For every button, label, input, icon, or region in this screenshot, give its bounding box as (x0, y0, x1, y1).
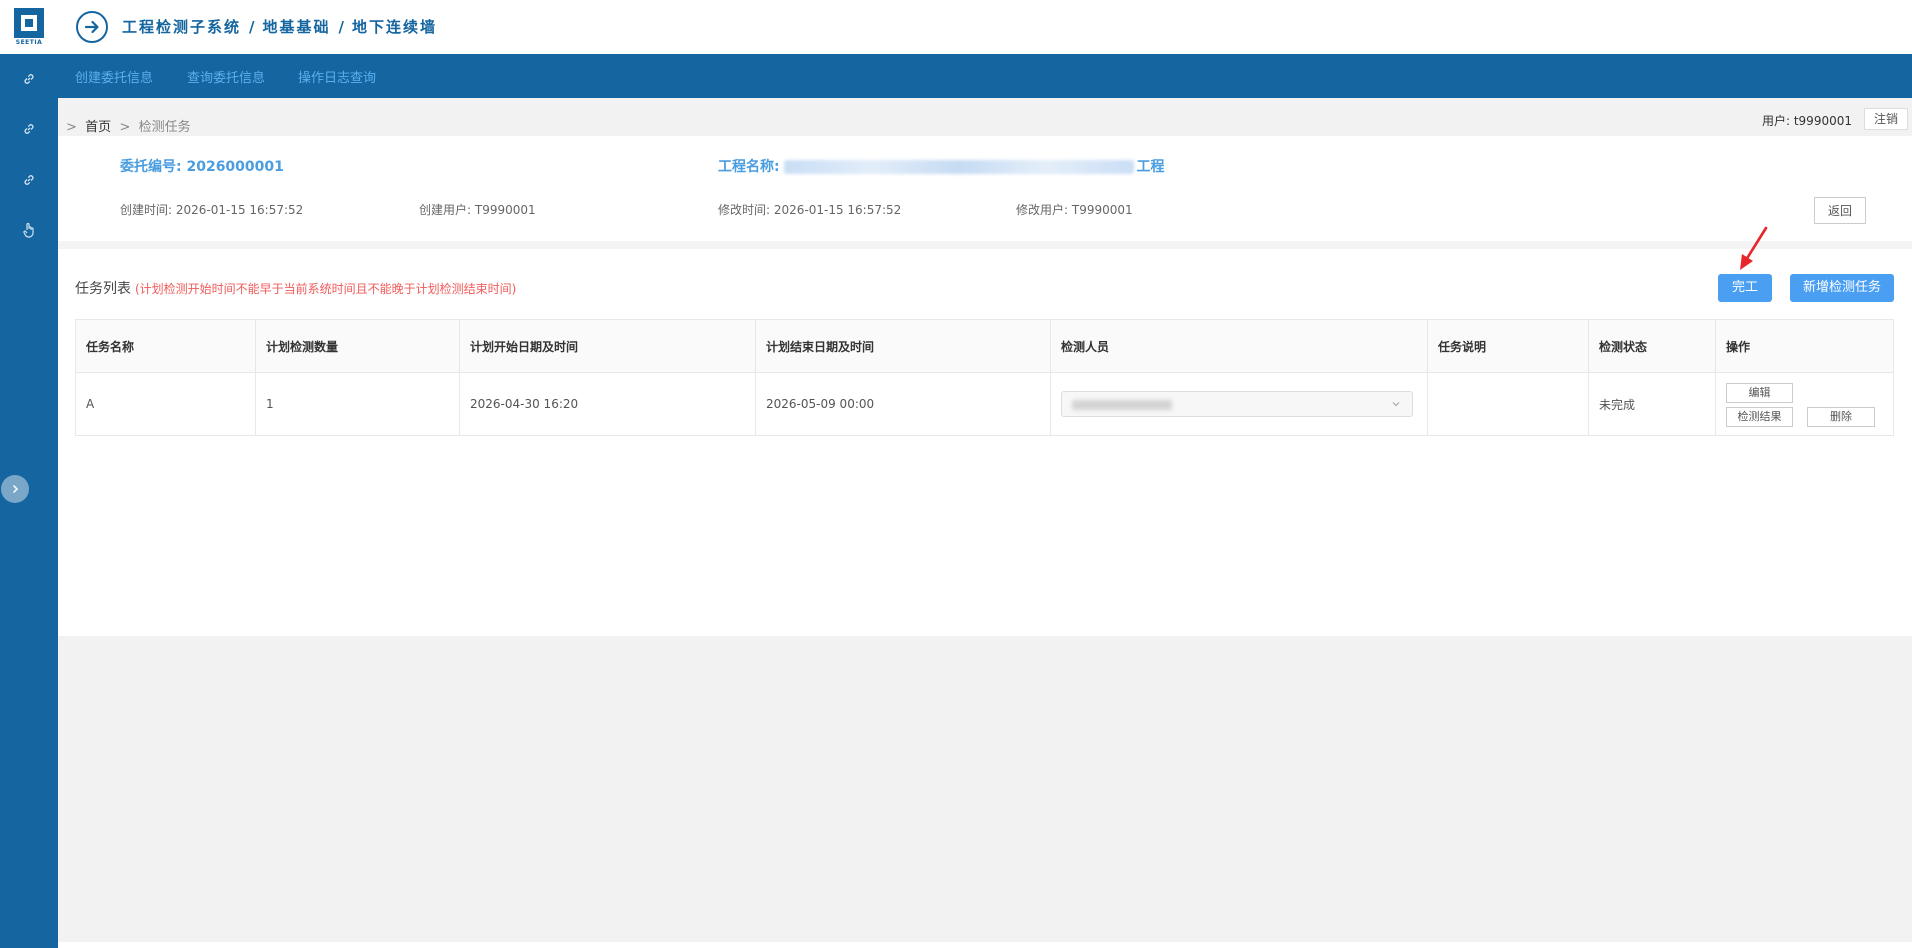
title-segment: 工程检测子系统 (122, 18, 242, 36)
task-description (1427, 372, 1589, 436)
chevron-down-icon (1392, 402, 1400, 407)
created-user: 创建用户: T9990001 (419, 203, 536, 217)
table-header-row: 任务名称 计划检测数量 计划开始日期及时间 计划结束日期及时间 检测人员 任务说… (75, 319, 1894, 373)
logo-text: SEETIA (15, 39, 43, 46)
add-task-button[interactable]: 新增检测任务 (1790, 274, 1894, 302)
main-content: > 首页 > 检测任务 用户: t9990001 注销 委托编号: 202600… (58, 98, 1912, 636)
project-name: 工程名称: 工程 (718, 159, 1165, 175)
breadcrumb-path: > 首页 > 检测任务 (66, 120, 191, 135)
actions-cell: 编辑 检测结果 删除 (1715, 372, 1894, 436)
top-header: 工程检测子系统 / 地基基础 / 地下连续墙 (58, 0, 1912, 54)
collapse-toggle-button[interactable] (1, 475, 29, 503)
column-header: 计划结束日期及时间 (755, 319, 1051, 373)
redacted-project-name (784, 160, 1135, 174)
nav-operation-log[interactable]: 操作日志查询 (298, 67, 376, 86)
commission-number: 委托编号: 2026000001 (120, 159, 284, 175)
bottom-edge (58, 942, 1912, 948)
breadcrumb-current: 检测任务 (138, 120, 191, 135)
result-button[interactable]: 检测结果 (1726, 407, 1793, 427)
redacted-inspector (1072, 400, 1172, 410)
modified-time: 修改时间: 2026-01-15 16:57:52 (718, 203, 902, 217)
modified-user: 修改用户: T9990001 (1016, 203, 1133, 217)
task-name: A (75, 372, 256, 436)
column-header: 检测人员 (1050, 319, 1428, 373)
table-row: A 1 2026-04-30 16:20 2026-05-09 00:00 未完… (75, 372, 1894, 436)
inspector-cell (1050, 372, 1428, 436)
edit-button[interactable]: 编辑 (1726, 383, 1793, 403)
created-time: 创建时间: 2026-01-15 16:57:52 (120, 203, 304, 217)
title-segment: 地下连续墙 (352, 18, 438, 36)
column-header: 计划检测数量 (255, 319, 460, 373)
pointer-hand-icon[interactable] (17, 218, 41, 242)
logo-mark (14, 8, 44, 38)
breadcrumb-home[interactable]: 首页 (85, 120, 111, 135)
delete-button[interactable]: 删除 (1807, 407, 1875, 427)
system-breadcrumb-title: 工程检测子系统 / 地基基础 / 地下连续墙 (122, 18, 438, 36)
current-user: 用户: t9990001 (1761, 114, 1852, 128)
breadcrumb: > 首页 > 检测任务 用户: t9990001 注销 (58, 98, 1912, 136)
nav-create-commission[interactable]: 创建委托信息 (75, 67, 153, 86)
chevron-right-icon (12, 484, 19, 494)
column-header: 操作 (1715, 319, 1894, 373)
left-rail: SEETIA (0, 0, 58, 948)
link-icon[interactable] (17, 117, 41, 141)
task-status: 未完成 (1588, 372, 1716, 436)
arrow-right-circle-icon[interactable] (76, 11, 108, 43)
task-list-title: 任务列表 (计划检测开始时间不能早于当前系统时间且不能晚于计划检测结束时间) (75, 281, 517, 297)
task-end: 2026-05-09 00:00 (755, 372, 1051, 436)
logout-button[interactable]: 注销 (1864, 108, 1908, 130)
task-quantity: 1 (255, 372, 460, 436)
main-nav: 创建委托信息 查询委托信息 操作日志查询 (58, 54, 1912, 98)
task-list-warning: (计划检测开始时间不能早于当前系统时间且不能晚于计划检测结束时间) (135, 282, 517, 296)
annotation-arrow-icon (1740, 226, 1768, 270)
return-button[interactable]: 返回 (1814, 197, 1866, 224)
column-header: 计划开始日期及时间 (459, 319, 756, 373)
column-header: 任务说明 (1427, 319, 1589, 373)
column-header: 检测状态 (1588, 319, 1716, 373)
column-header: 任务名称 (75, 319, 256, 373)
inspector-select[interactable] (1061, 391, 1413, 417)
task-start: 2026-04-30 16:20 (459, 372, 756, 436)
complete-button[interactable]: 完工 (1718, 274, 1772, 302)
nav-query-commission[interactable]: 查询委托信息 (187, 67, 265, 86)
app-logo: SEETIA (0, 0, 58, 54)
link-icon[interactable] (17, 168, 41, 192)
task-table: 任务名称 计划检测数量 计划开始日期及时间 计划结束日期及时间 检测人员 任务说… (75, 319, 1894, 436)
title-segment: 地基基础 (262, 18, 331, 36)
section-divider (58, 241, 1912, 249)
link-icon[interactable] (17, 67, 41, 91)
